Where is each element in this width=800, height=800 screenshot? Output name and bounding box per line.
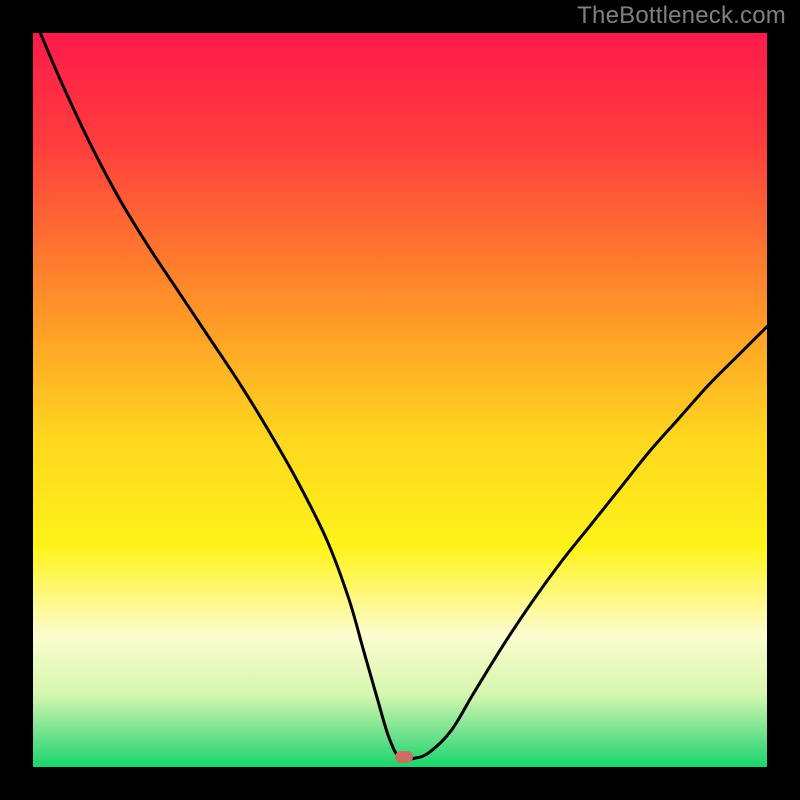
chart-plot-area bbox=[33, 33, 767, 767]
watermark-text: TheBottleneck.com bbox=[577, 2, 786, 30]
chart-line-curve bbox=[33, 33, 767, 767]
chart-marker bbox=[395, 751, 413, 763]
chart-frame: TheBottleneck.com bbox=[0, 0, 800, 800]
